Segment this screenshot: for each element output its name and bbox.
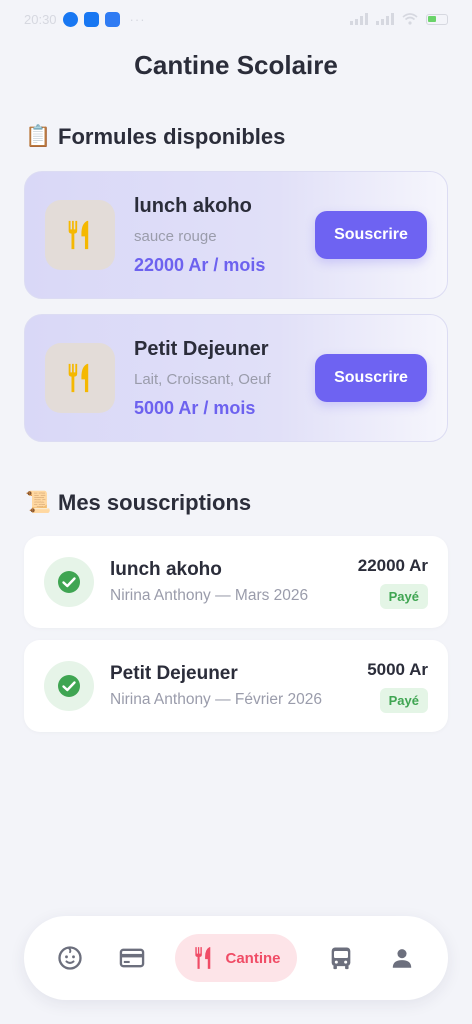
- plan-price: 22000 Ar / mois: [134, 254, 266, 275]
- souscriptions-section-title: 📜 Mes souscriptions: [25, 490, 251, 516]
- status-badge: Payé: [379, 687, 428, 713]
- subscribe-button[interactable]: Souscrire: [315, 211, 427, 259]
- credit-card-icon: [119, 948, 144, 968]
- status-left: 20:30 ···: [24, 11, 146, 27]
- plan-name: lunch akoho: [134, 194, 252, 217]
- fork-knife-icon: [68, 220, 89, 250]
- app-notification-icon: [104, 11, 120, 27]
- page-title: Cantine Scolaire: [134, 50, 338, 80]
- nav-item-bus[interactable]: [323, 940, 359, 976]
- check-badge: [44, 661, 94, 711]
- souscriptions-title-label: Mes souscriptions: [58, 490, 252, 515]
- user-icon: [392, 949, 412, 968]
- plan-icon-box: [45, 343, 115, 413]
- facebook-icon: [83, 11, 99, 27]
- subscription-name: Petit Dejeuner: [110, 663, 238, 684]
- messenger-icon: [62, 11, 78, 27]
- subscription-card[interactable]: Petit Dejeuner Nirina Anthony — Février …: [24, 640, 448, 732]
- check-badge: [44, 557, 94, 607]
- battery-icon: [426, 13, 448, 25]
- clipboard-icon: 📋: [25, 125, 52, 148]
- status-time: 20:30: [24, 11, 57, 27]
- check-circle-icon: [58, 675, 80, 697]
- plan-icon-box: [45, 200, 115, 270]
- fork-knife-icon: [195, 947, 211, 969]
- status-bar: 20:30 ···: [0, 0, 472, 38]
- subscription-name: lunch akoho: [110, 559, 222, 580]
- wifi-icon: [402, 13, 418, 25]
- formules-section-title: 📋 Formules disponibles: [25, 124, 285, 150]
- child-face-icon: [58, 946, 82, 970]
- formules-title-label: Formules disponibles: [58, 124, 286, 149]
- subscription-info: Petit Dejeuner Nirina Anthony — Février …: [110, 663, 367, 709]
- subscription-amount: 22000 Ar: [357, 555, 428, 575]
- plan-description: sauce rouge: [134, 227, 217, 245]
- fork-knife-icon: [68, 363, 89, 393]
- plan-price: 5000 Ar / mois: [134, 397, 256, 418]
- subscription-amount: 5000 Ar: [367, 659, 428, 679]
- plan-card: lunch akoho sauce rouge 22000 Ar / mois …: [24, 171, 448, 299]
- nav-item-child[interactable]: [52, 940, 88, 976]
- subscription-card[interactable]: lunch akoho Nirina Anthony — Mars 2026 2…: [24, 536, 448, 628]
- signal2-icon: [376, 13, 394, 25]
- more-notifications-icon: ···: [129, 11, 146, 27]
- subscription-meta: Nirina Anthony — Février 2026: [110, 691, 322, 708]
- plan-card: Petit Dejeuner Lait, Croissant, Oeuf 500…: [24, 314, 448, 442]
- plan-description: Lait, Croissant, Oeuf: [134, 370, 271, 388]
- check-circle-icon: [58, 571, 80, 593]
- subscription-info: lunch akoho Nirina Anthony — Mars 2026: [110, 559, 358, 605]
- subscription-meta: Nirina Anthony — Mars 2026: [110, 587, 309, 604]
- subscription-right: 22000 Ar Payé: [358, 556, 428, 609]
- plan-name: Petit Dejeuner: [134, 337, 269, 360]
- nav-item-payment[interactable]: [114, 940, 150, 976]
- signal-icon: [350, 13, 368, 25]
- scroll-icon: 📜: [25, 491, 52, 514]
- nav-item-profile[interactable]: [384, 940, 420, 976]
- nav-cantine-label: Cantine: [225, 949, 281, 967]
- nav-item-cantine[interactable]: Cantine: [175, 934, 297, 982]
- subscribe-button[interactable]: Souscrire: [315, 354, 427, 402]
- plan-info: lunch akoho sauce rouge 22000 Ar / mois: [134, 195, 315, 276]
- bottom-nav: Cantine: [24, 916, 448, 1000]
- status-badge: Payé: [379, 583, 428, 609]
- bus-icon: [331, 947, 350, 970]
- plan-info: Petit Dejeuner Lait, Croissant, Oeuf 500…: [134, 338, 315, 419]
- status-right: [350, 13, 448, 25]
- subscription-right: 5000 Ar Payé: [367, 660, 428, 713]
